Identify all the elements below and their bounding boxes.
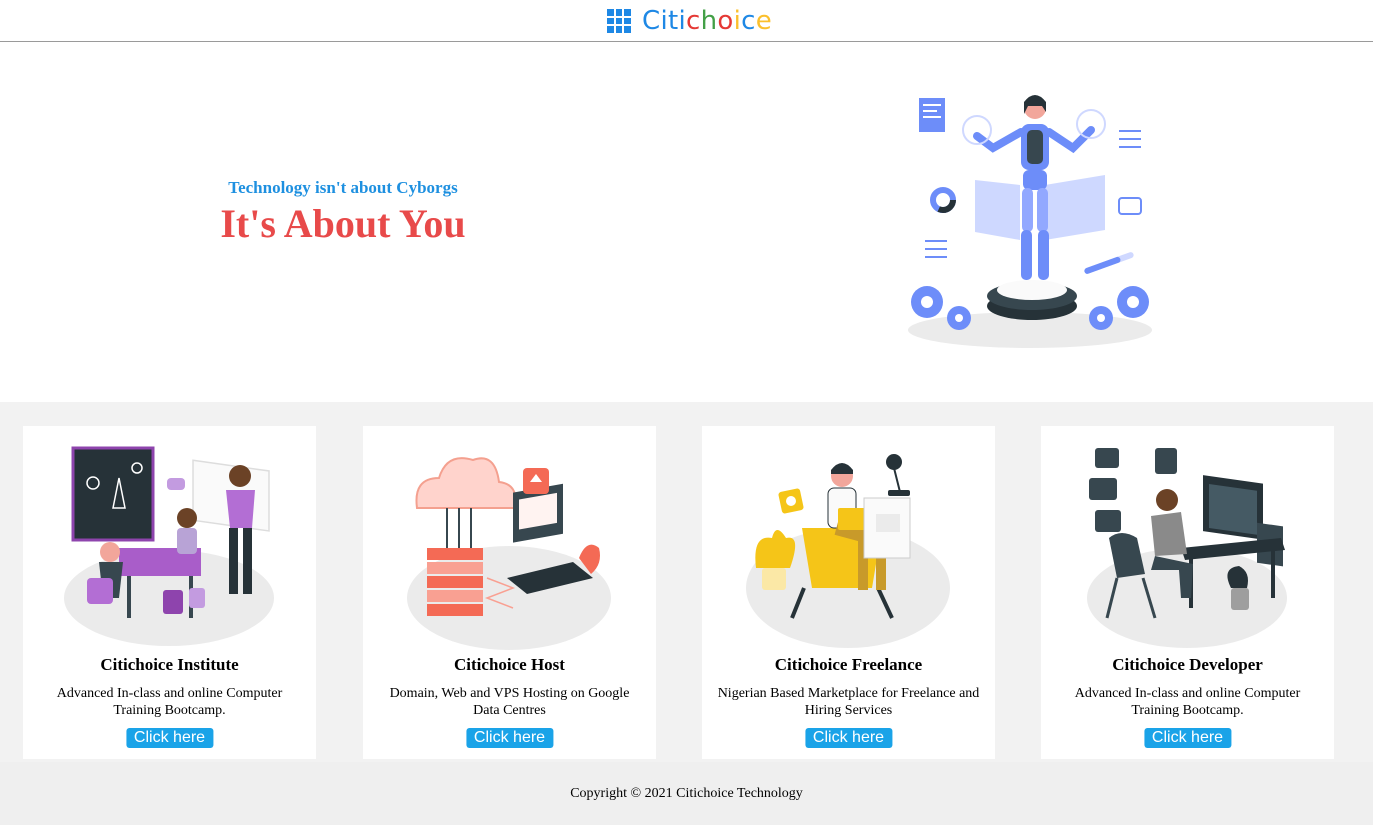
freelancer-illustration	[746, 454, 950, 648]
card-description: Nigerian Based Marketplace for Freelance…	[717, 686, 980, 718]
copyright-text: Copyright © 2021 Citichoice Technology	[570, 786, 803, 801]
service-card-freelance: Citichoice Freelance Nigerian Based Mark…	[702, 426, 995, 759]
click-here-button[interactable]: Click here	[125, 728, 214, 748]
cloud-hosting-illustration	[407, 457, 611, 650]
card-description: Advanced In-class and online Computer Tr…	[1074, 686, 1301, 718]
logo-letter: o	[717, 6, 734, 36]
logo-letter: C	[642, 6, 661, 36]
card-title: Citichoice Freelance	[774, 655, 923, 674]
logo-letter: c	[686, 6, 701, 36]
logo-letter: h	[700, 6, 718, 36]
card-description: Advanced In-class and online Computer Tr…	[56, 686, 283, 718]
card-title: Citichoice Host	[454, 655, 565, 674]
logo-wordmark: Citichoice	[642, 7, 772, 35]
card-title: Citichoice Institute	[100, 655, 239, 674]
site-header: Citichoice	[0, 0, 1373, 42]
hero-section: Technology isn't about Cyborgs It's Abou…	[0, 42, 1373, 402]
grid-icon	[607, 9, 631, 33]
hero-title: It's About You	[220, 201, 466, 246]
classroom-illustration	[64, 446, 274, 646]
click-here-button[interactable]: Click here	[804, 728, 893, 748]
card-description: Domain, Web and VPS Hosting on Google Da…	[389, 686, 630, 718]
card-title: Citichoice Developer	[1112, 655, 1263, 674]
service-card-host: Citichoice Host Domain, Web and VPS Host…	[363, 426, 656, 759]
click-here-button[interactable]: Click here	[1143, 728, 1232, 748]
robot-woman-illustration	[908, 95, 1152, 348]
site-footer: Copyright © 2021 Citichoice Technology	[0, 762, 1373, 825]
logo-letter: i	[660, 6, 668, 36]
logo-letter: c	[741, 6, 756, 36]
site-logo[interactable]: Citichoice	[607, 7, 772, 35]
logo-letter: i	[678, 6, 687, 36]
services-section: Citichoice Institute Advanced In-class a…	[0, 402, 1373, 762]
service-card-developer: Citichoice Developer Advanced In-class a…	[1041, 426, 1334, 759]
service-card-institute: Citichoice Institute Advanced In-class a…	[23, 426, 316, 759]
click-here-button[interactable]: Click here	[465, 728, 554, 748]
developer-illustration	[1087, 448, 1287, 648]
logo-letter: t	[668, 6, 679, 36]
hero-subtitle: Technology isn't about Cyborgs	[228, 178, 458, 197]
logo-letter: e	[755, 6, 773, 36]
